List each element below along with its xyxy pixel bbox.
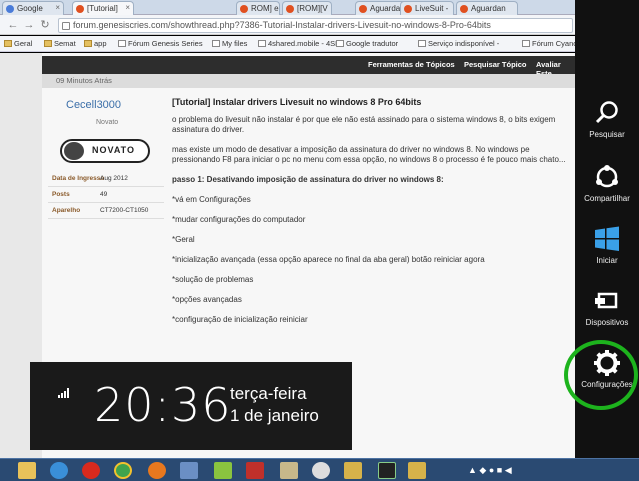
highlight-circle: [564, 340, 638, 410]
chrome-icon[interactable]: [114, 462, 132, 479]
post-body: [Tutorial] Instalar drivers Livesuit no …: [172, 97, 572, 335]
google-favicon-icon: [6, 5, 14, 13]
page-icon: [118, 40, 126, 47]
bookmark-link[interactable]: Google tradutor: [336, 39, 398, 48]
folder-icon: [44, 40, 52, 47]
post-paragraph: *vá em Configurações: [172, 195, 251, 204]
post-paragraph: *opções avançadas: [172, 295, 242, 304]
terminal-icon[interactable]: [378, 462, 396, 479]
bookmark-link[interactable]: 4shared.mobile - 4SH: [258, 39, 341, 48]
post-paragraph: *inicialização avançada (essa opção apar…: [172, 255, 485, 264]
tab-google[interactable]: Google ×: [2, 1, 64, 15]
hex-editor-icon[interactable]: [246, 462, 264, 479]
page-icon: [212, 40, 220, 47]
post-step-heading: passo 1: Desativando imposição de assina…: [172, 175, 444, 184]
charm-share[interactable]: Compartilhar: [575, 158, 639, 218]
internet-explorer-icon[interactable]: [50, 462, 68, 479]
clock-weekday: terça-feira: [230, 384, 307, 403]
user-info-row: Aparelho CT7200-CT1050: [48, 203, 164, 219]
post-paragraph: *mudar configurações do computador: [172, 215, 306, 224]
bookmark-link[interactable]: My files: [212, 39, 247, 48]
opera-icon[interactable]: [82, 462, 100, 479]
devices-icon: [595, 292, 618, 309]
charm-devices[interactable]: Dispositivos: [575, 282, 639, 342]
system-tray[interactable]: ▲ ◆ ● ■ ◀: [468, 465, 512, 476]
desktop-screen: Google× [Tutorial]× ROM] e P Aguardan [R…: [0, 0, 639, 481]
linux-tux-icon[interactable]: [312, 462, 330, 479]
user-info-row: Data de Ingresso Aug 2012: [48, 171, 164, 187]
user-panel: Cecell3000 Novato NOVATO Data de Ingress…: [46, 93, 164, 393]
page-icon: [336, 40, 344, 47]
reload-icon[interactable]: ↻: [38, 18, 52, 32]
image-viewer-icon[interactable]: [280, 462, 298, 479]
folder-icon: [4, 40, 12, 47]
network-signal-icon: [58, 388, 70, 398]
taskbar: ▲ ◆ ● ■ ◀: [0, 458, 639, 481]
forum-favicon-icon: [286, 5, 294, 13]
tab-rom-v[interactable]: [ROM][V: [282, 1, 332, 15]
page-icon: [522, 40, 530, 47]
post-paragraph: *solução de problemas: [172, 275, 254, 284]
forum-favicon-icon: [359, 5, 367, 13]
charm-search[interactable]: Pesquisar: [575, 94, 639, 154]
page-icon: [62, 22, 70, 30]
bookmark-folder[interactable]: app: [84, 39, 107, 48]
search-icon: [595, 101, 618, 124]
folder-icon: [84, 40, 92, 47]
page-icon: [418, 40, 426, 47]
search-thread-link[interactable]: Pesquisar Tópico: [464, 60, 527, 69]
tab-aguardando-2[interactable]: Aguardan: [456, 1, 518, 15]
firefox-icon[interactable]: [148, 462, 166, 479]
forum-favicon-icon: [460, 5, 468, 13]
folder-icon[interactable]: [344, 462, 362, 479]
post-paragraph: *configuração de inicialização reiniciar: [172, 315, 308, 324]
avatar: [64, 142, 84, 160]
bookmarks-bar: Geral Semat app Fórum Genesis Series My …: [0, 36, 575, 52]
post-paragraph: o problema do livesuit não instalar é po…: [172, 115, 556, 134]
share-icon: [596, 165, 618, 188]
rank-badge: NOVATO: [60, 139, 150, 163]
clock-date: 1 de janeiro: [230, 406, 319, 425]
android-icon[interactable]: [214, 462, 232, 479]
user-info-row: Posts 49: [48, 187, 164, 203]
post-paragraph: mas existe um modo de desativar a imposi…: [172, 145, 566, 164]
bookmark-link[interactable]: Serviço indisponível -: [418, 39, 499, 48]
tab-livesuit[interactable]: LiveSuit -: [400, 1, 454, 15]
clock-time: 20:36: [94, 378, 232, 432]
forum-favicon-icon: [240, 5, 248, 13]
tab-rom[interactable]: ROM] e P: [236, 1, 280, 15]
file-explorer-icon[interactable]: [18, 462, 36, 479]
thread-toolbar: Ferramentas de Tópicos Pesquisar Tópico …: [42, 56, 575, 78]
close-tab-icon[interactable]: ×: [55, 3, 60, 12]
address-bar[interactable]: forum.genesiscries.com/showthread.php?73…: [58, 18, 573, 33]
charm-start[interactable]: Iniciar: [575, 220, 639, 280]
username-link[interactable]: Cecell3000: [66, 99, 121, 111]
forward-arrow-icon[interactable]: →: [22, 18, 36, 32]
page-icon: [258, 40, 266, 47]
virtualbox-icon[interactable]: [180, 462, 198, 479]
post-title: [Tutorial] Instalar drivers Livesuit no …: [172, 97, 422, 107]
bookmark-folder[interactable]: Semat: [44, 39, 76, 48]
user-title: Novato: [96, 119, 119, 126]
browser-tab-bar: Google× [Tutorial]× ROM] e P Aguardan [R…: [0, 0, 575, 15]
folder-icon[interactable]: [408, 462, 426, 479]
forum-favicon-icon: [76, 5, 84, 13]
back-arrow-icon[interactable]: ←: [6, 18, 20, 32]
thread-tools-link[interactable]: Ferramentas de Tópicos: [368, 60, 455, 69]
date-time-overlay: 20:36 terça-feira 1 de janeiro: [30, 362, 352, 450]
forum-favicon-icon: [404, 5, 412, 13]
bookmark-link[interactable]: Fórum Cyanogen: [522, 39, 575, 48]
post-paragraph: *Geral: [172, 235, 195, 244]
tab-tutorial[interactable]: [Tutorial] ×: [72, 1, 134, 15]
bookmark-link[interactable]: Fórum Genesis Series: [118, 39, 203, 48]
windows-icon: [595, 226, 619, 251]
post-timestamp: 09 Minutos Atrás: [42, 74, 575, 88]
close-tab-icon[interactable]: ×: [125, 3, 130, 12]
user-info-table: Data de Ingresso Aug 2012 Posts 49 Aparelh…: [48, 171, 164, 219]
bookmark-folder[interactable]: Geral: [4, 39, 32, 48]
browser-toolbar: ← → ↻ forum.genesiscries.com/showthread.…: [0, 15, 575, 35]
